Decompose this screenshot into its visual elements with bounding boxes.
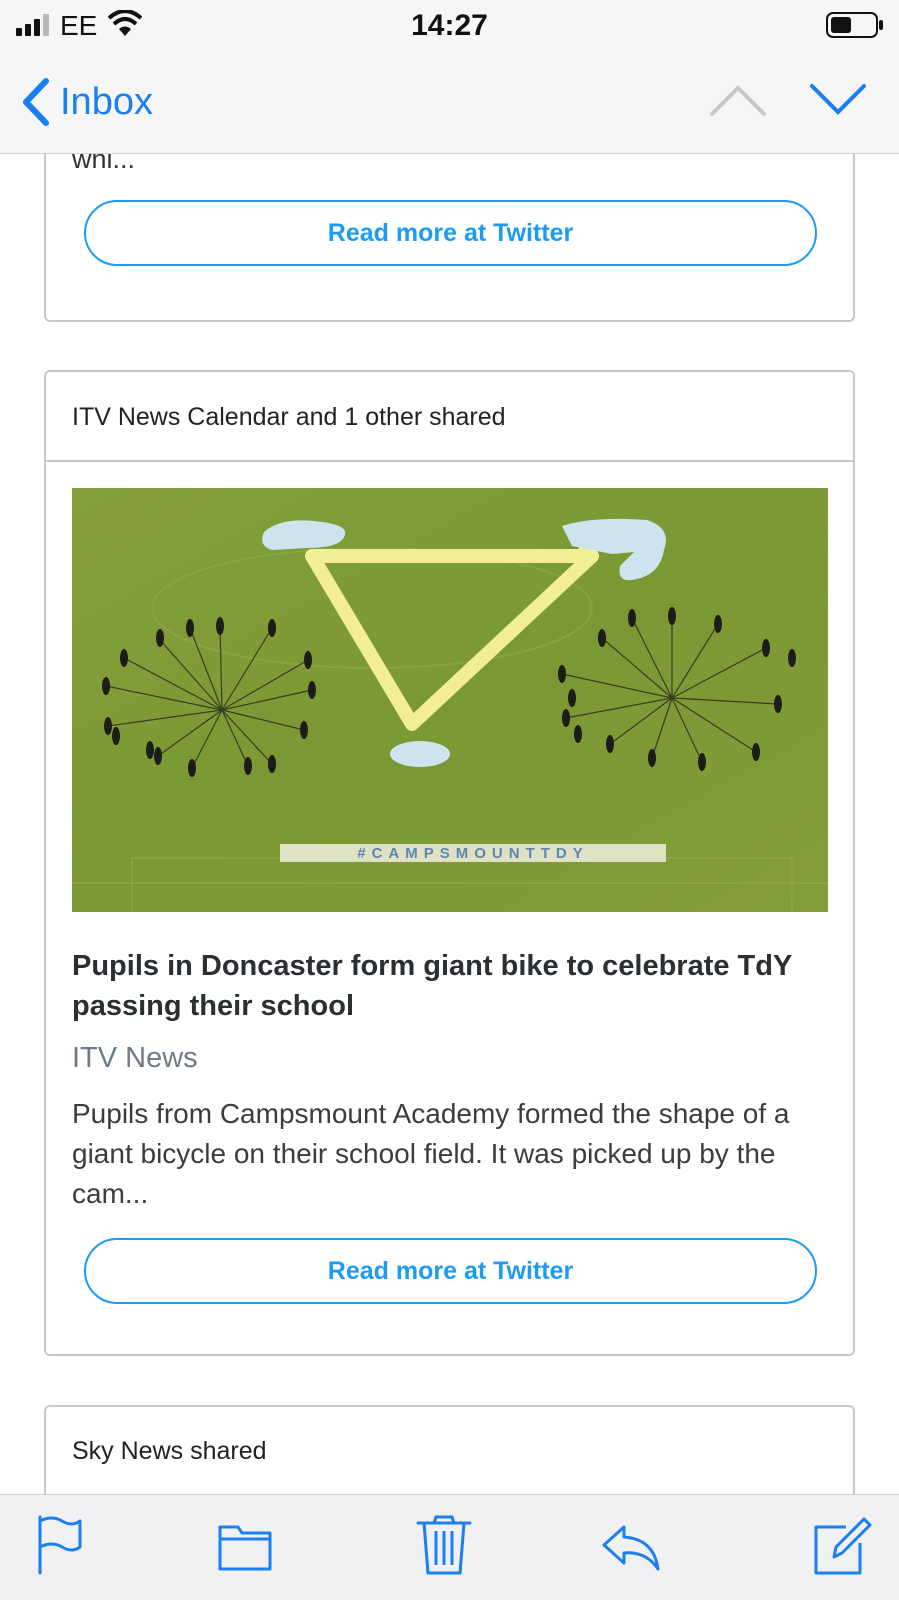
article-source: ITV News bbox=[72, 1042, 198, 1074]
chevron-down-icon[interactable] bbox=[808, 80, 868, 120]
status-time: 14:27 bbox=[411, 9, 488, 42]
article-image[interactable]: #CAMPSMOUNTTDY bbox=[72, 488, 828, 912]
tweet-card: ITV News Calendar and 1 other shared #CA… bbox=[44, 370, 855, 1356]
email-content: wni... Read more at Twitter ITV News Cal… bbox=[0, 0, 899, 1600]
nav-bar: Inbox bbox=[0, 50, 899, 154]
compose-icon[interactable] bbox=[812, 1513, 872, 1577]
back-to-inbox-button[interactable]: Inbox bbox=[18, 74, 153, 130]
card-header: ITV News Calendar and 1 other shared bbox=[46, 372, 853, 462]
battery-icon bbox=[826, 12, 883, 38]
read-more-button[interactable]: Read more at Twitter bbox=[84, 200, 817, 266]
article-description: Pupils from Campsmount Academy formed th… bbox=[72, 1098, 790, 1209]
bottom-toolbar bbox=[0, 1494, 899, 1600]
status-bar: EE 14:27 bbox=[0, 0, 899, 50]
reply-icon[interactable] bbox=[600, 1513, 660, 1577]
article-title[interactable]: Pupils in Doncaster form giant bike to c… bbox=[72, 946, 812, 1026]
hashtag-text: #CAMPSMOUNTTDY bbox=[357, 845, 589, 862]
trash-icon[interactable] bbox=[414, 1513, 474, 1577]
hashtag-banner: #CAMPSMOUNTTDY bbox=[280, 844, 666, 862]
shared-by-label: Sky News shared bbox=[72, 1437, 267, 1465]
chevron-left-icon bbox=[23, 78, 49, 126]
read-more-button[interactable]: Read more at Twitter bbox=[84, 1238, 817, 1304]
chevron-up-icon[interactable] bbox=[708, 80, 768, 120]
shared-by-label: ITV News Calendar and 1 other shared bbox=[72, 403, 506, 431]
back-label: Inbox bbox=[60, 80, 153, 123]
flag-icon[interactable] bbox=[34, 1513, 94, 1577]
folder-icon[interactable] bbox=[216, 1513, 276, 1577]
